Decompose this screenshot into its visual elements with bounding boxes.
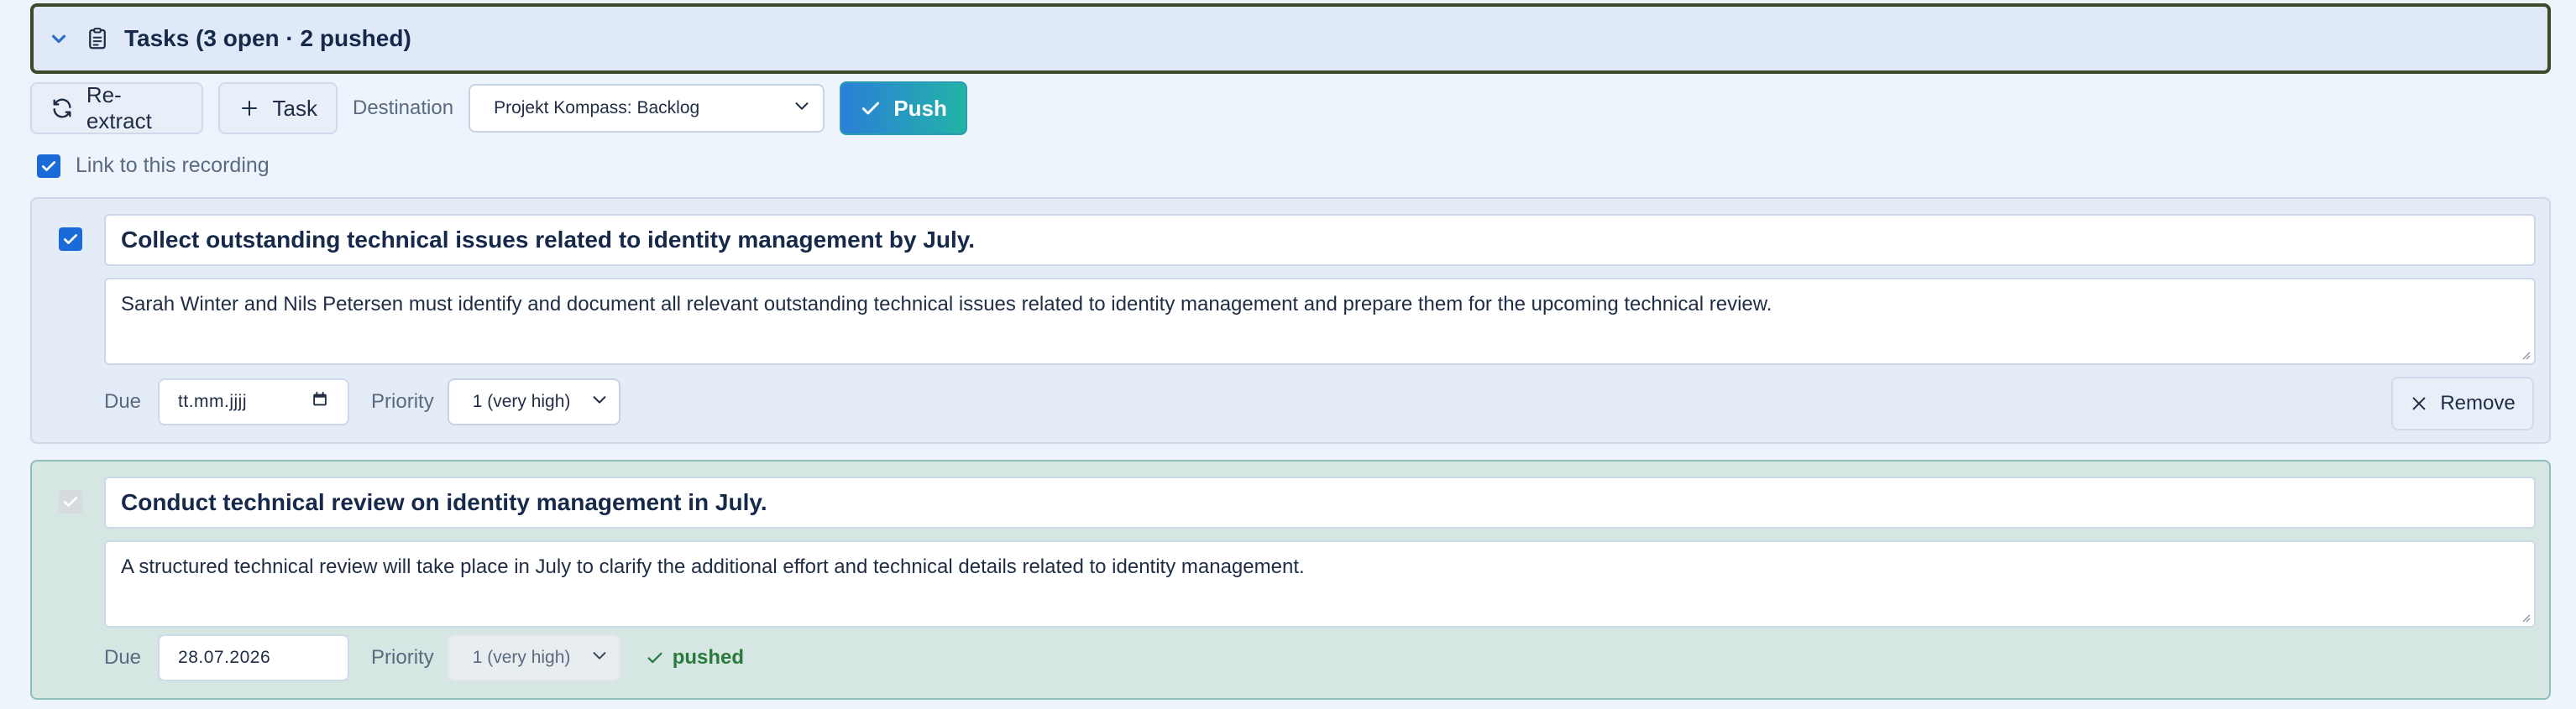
task-meta-row: Due 28.07.2026 Priority 1 (very high) pu… <box>104 634 744 681</box>
link-recording-checkbox[interactable] <box>37 154 60 178</box>
push-button[interactable]: Push <box>840 81 968 135</box>
resize-grip-icon[interactable] <box>2521 350 2531 360</box>
chevron-down-icon <box>590 646 609 670</box>
due-date-value: 28.07.2026 <box>178 648 271 667</box>
add-task-button[interactable]: Task <box>218 82 338 134</box>
link-recording-label: Link to this recording <box>76 154 270 177</box>
resize-grip-icon[interactable] <box>2521 613 2531 623</box>
destination-label: Destination <box>353 96 454 119</box>
chevron-down-icon[interactable] <box>47 27 71 50</box>
remove-label: Remove <box>2440 392 2516 414</box>
task-card-pushed: Conduct technical review on identity man… <box>30 460 2551 700</box>
priority-value: 1 (very high) <box>472 392 571 411</box>
task-description-text: A structured technical review will take … <box>121 555 1305 578</box>
destination-select[interactable]: Projekt Kompass: Backlog <box>469 84 825 133</box>
refresh-icon <box>50 96 75 121</box>
due-label: Due <box>104 646 142 669</box>
task-title-input[interactable]: Conduct technical review on identity man… <box>104 477 2536 529</box>
tasks-header[interactable]: Tasks (3 open · 2 pushed) <box>30 3 2551 74</box>
page-title: Tasks (3 open · 2 pushed) <box>124 25 411 51</box>
link-recording-row: Link to this recording <box>37 154 270 178</box>
task-description-text: Sarah Winter and Nils Petersen must iden… <box>121 293 1772 315</box>
due-date-input[interactable]: tt.mm.jjjj <box>158 378 350 425</box>
due-date-value: tt.mm.jjjj <box>178 392 248 411</box>
task-description-textarea[interactable]: A structured technical review will take … <box>104 540 2536 628</box>
remove-task-button[interactable]: Remove <box>2391 377 2534 430</box>
task-select-checkbox <box>59 490 82 514</box>
task-toolbar: Re-extract Task Destination Projekt Komp… <box>30 81 968 135</box>
priority-select[interactable]: 1 (very high) <box>447 378 620 425</box>
chevron-down-icon <box>793 96 811 120</box>
task-description-textarea[interactable]: Sarah Winter and Nils Petersen must iden… <box>104 278 2536 365</box>
priority-label: Priority <box>371 646 434 669</box>
reextract-button[interactable]: Re-extract <box>30 82 203 134</box>
due-label: Due <box>104 390 142 413</box>
priority-label: Priority <box>371 390 434 413</box>
close-icon <box>2410 394 2428 413</box>
check-icon <box>646 649 664 667</box>
destination-value: Projekt Kompass: Backlog <box>494 98 700 117</box>
add-task-label: Task <box>272 95 317 121</box>
chevron-down-icon <box>590 390 609 414</box>
pushed-status-badge: pushed <box>646 646 744 670</box>
task-meta-row: Due tt.mm.jjjj Priority 1 (very high) <box>104 378 620 425</box>
calendar-icon[interactable] <box>311 390 329 414</box>
task-title-input[interactable]: Collect outstanding technical issues rel… <box>104 214 2536 266</box>
due-date-input[interactable]: 28.07.2026 <box>158 634 350 681</box>
reextract-label: Re-extract <box>86 82 152 133</box>
tasks-panel: Tasks (3 open · 2 pushed) Re-extract Tas… <box>0 0 2576 709</box>
priority-value: 1 (very high) <box>472 648 571 667</box>
check-icon <box>860 97 882 119</box>
pushed-status-label: pushed <box>672 646 745 669</box>
priority-select: 1 (very high) <box>447 634 620 681</box>
clipboard-icon <box>82 23 113 54</box>
plus-icon <box>238 96 261 121</box>
task-select-checkbox[interactable] <box>59 227 82 251</box>
task-card: Collect outstanding technical issues rel… <box>30 197 2551 444</box>
push-label: Push <box>893 95 947 121</box>
